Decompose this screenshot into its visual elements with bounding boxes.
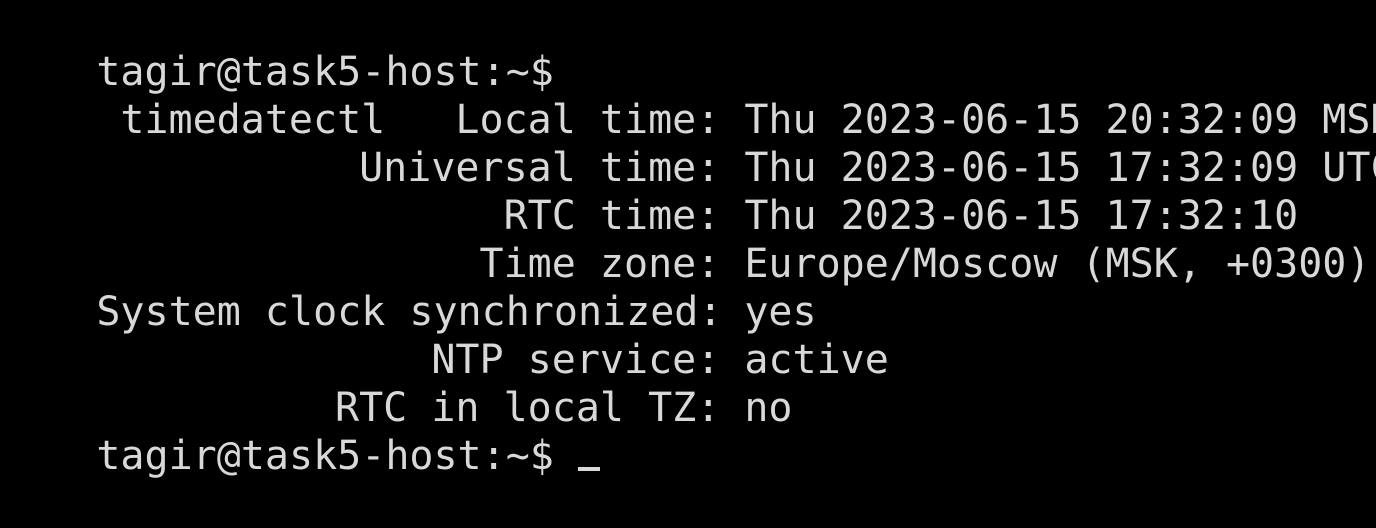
output-row-rtc-local-tz: RTC in local TZ: no <box>0 336 792 431</box>
row-value: Europe/Moscow (MSK, +0300) <box>744 241 1371 287</box>
output-row-clock-synchronized: System clock synchronized: yes <box>0 240 816 335</box>
text-cursor <box>577 467 600 471</box>
row-value: no <box>744 385 793 431</box>
command-line: tagir@task5-host:~$ timedatectl <box>0 0 554 143</box>
output-row-time-zone: Time zone: Europe/Moscow (MSK, +0300) <box>0 192 1371 287</box>
terminal-window[interactable]: tagir@task5-host:~$ timedatectl Local ti… <box>0 0 1376 479</box>
prompt: tagir@task5-host:~$ <box>96 433 554 479</box>
output-row-local-time: Local time: Thu 2023-06-15 20:32:09 MSK <box>0 48 1376 143</box>
output-row-universal-time: Universal time: Thu 2023-06-15 17:32:09 U… <box>0 96 1376 191</box>
input-line[interactable]: tagir@task5-host:~$ <box>0 384 600 479</box>
output-row-ntp-service: NTP service: active <box>0 288 888 383</box>
output-row-rtc-time: RTC time: Thu 2023-06-15 17:32:10 <box>0 144 1299 239</box>
